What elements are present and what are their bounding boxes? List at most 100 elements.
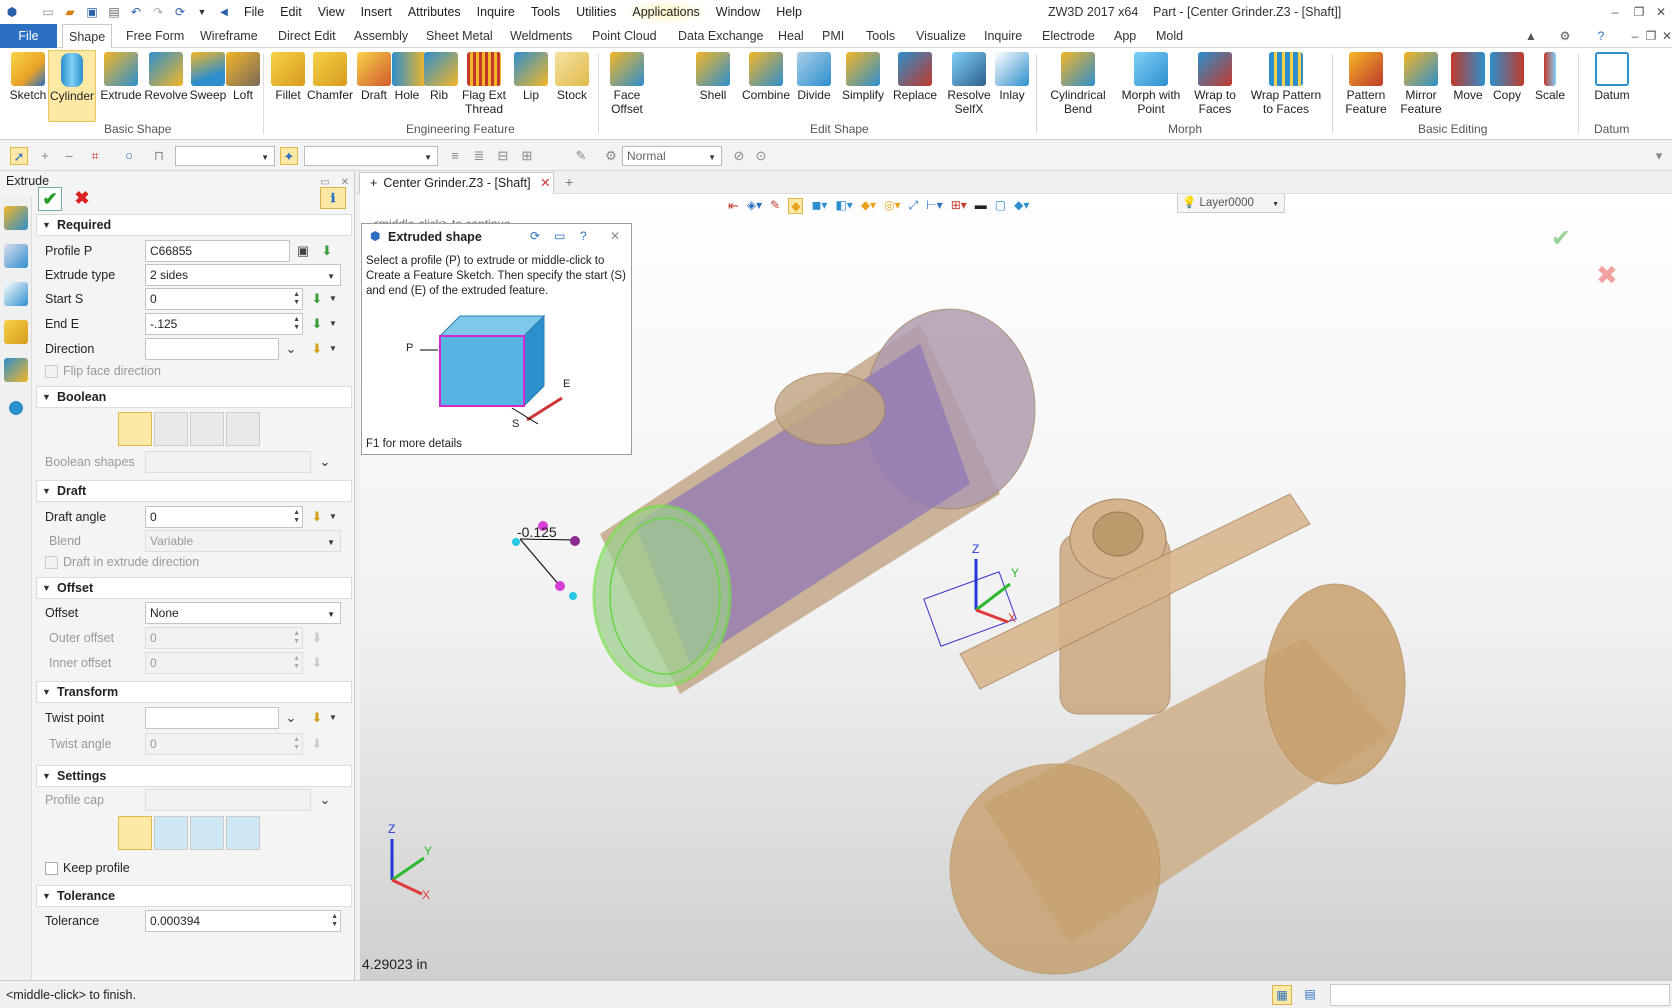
render-settings-icon[interactable]: ⚙ [602,147,620,165]
boolean-shapes-expand-icon[interactable]: ⌄ [316,453,334,471]
menu-utilities[interactable]: Utilities [568,0,624,24]
filter-icon[interactable]: ⌗ [86,147,104,165]
tab-point-cloud[interactable]: Point Cloud [586,24,663,48]
assembly-tree-icon[interactable] [4,282,28,306]
rib-button[interactable]: Rib [424,50,458,102]
tab-tools[interactable]: Tools [860,24,901,48]
section-offset[interactable]: Offset [36,577,352,599]
boolean-base-icon[interactable] [118,412,152,446]
help-icon[interactable]: ? [1590,26,1612,46]
start-input[interactable]: 0 ▲ ▼ [145,288,303,310]
fillet-button[interactable]: Fillet [270,50,306,102]
boolean-shapes-input[interactable] [145,451,311,473]
undo-icon[interactable]: ↶ [126,2,146,22]
inner-offset-pick-icon[interactable]: ⬇ [308,654,326,672]
menu-tools[interactable]: Tools [523,0,568,24]
copy-button[interactable]: Copy [1490,50,1524,102]
keep-profile-checkbox[interactable] [45,862,58,875]
tab-wireframe[interactable]: Wireframe [194,24,264,48]
twist-angle-input[interactable]: 0 ▲ ▼ [145,733,303,755]
revolve-button[interactable]: Revolve [144,50,188,102]
new-tab-icon[interactable]: + [565,174,573,190]
open-file-icon[interactable]: ▰ [60,2,80,22]
new-file-icon[interactable]: ▭ [38,2,58,22]
extrude-button[interactable]: Extrude [98,50,144,102]
add-icon[interactable]: + [36,147,54,165]
combine-button[interactable]: Combine [740,50,792,102]
draft-button[interactable]: Draft [356,50,392,102]
cap-both-icon[interactable] [118,816,152,850]
toolbar-icon[interactable]: ⊘ [730,147,748,165]
boolean-remove-icon[interactable] [190,412,224,446]
tolerance-input[interactable]: 0.000394 ▲ ▼ [145,910,341,932]
pin-icon[interactable]: ✎ [572,147,590,165]
menu-attributes[interactable]: Attributes [400,0,469,24]
settings-icon[interactable]: ⚙ [1554,26,1576,46]
profile-cap-input[interactable] [145,789,311,811]
restore-icon[interactable]: ❐ [1628,2,1650,22]
extrude-tool-icon[interactable] [4,206,28,230]
ok-button[interactable]: ✔ [38,187,62,211]
inner-offset-input[interactable]: 0 ▲ ▼ [145,652,303,674]
toolbar-icon[interactable]: ⊟ [494,147,512,165]
cylinder-button[interactable]: Cylinder [48,50,96,122]
boolean-intersect-icon[interactable] [226,412,260,446]
filter-combo[interactable]: ▼ [175,146,275,166]
face-offset-button[interactable]: Face Offset [604,50,650,116]
user-icon[interactable] [4,396,28,420]
resolve-selfx-button[interactable]: Resolve SelfX [944,50,994,116]
shell-button[interactable]: Shell [694,50,732,102]
tab-data-exchange[interactable]: Data Exchange [672,24,769,48]
dim-handle[interactable] [569,592,577,600]
part-icon[interactable] [4,320,28,344]
dim-handle[interactable] [555,581,565,591]
quick-access-dropdown-icon[interactable]: ▼ [192,2,212,22]
tab-visualize[interactable]: Visualize [910,24,972,48]
minimize-icon[interactable]: – [1604,2,1626,22]
draft-angle-dropdown-icon[interactable]: ▼ [324,508,342,526]
highlight-icon[interactable]: ✦ [280,147,298,165]
scale-button[interactable]: Scale [1532,50,1568,102]
tab-electrode[interactable]: Electrode [1036,24,1101,48]
select-pointer-icon[interactable]: ➚ [10,147,28,165]
menu-window[interactable]: Window [708,0,768,24]
extrude-type-select[interactable]: 2 sides ▼ [145,264,341,286]
sketch-button[interactable]: Sketch [8,50,48,102]
save-icon[interactable]: ▣ [82,2,102,22]
stock-button[interactable]: Stock [552,50,592,102]
dim-handle[interactable] [570,536,580,546]
direction-input[interactable] [145,338,279,360]
tab-heal[interactable]: Heal [772,24,810,48]
profile-cap-expand-icon[interactable]: ⌄ [316,791,334,809]
app-logo-icon[interactable]: ⬢ [2,2,22,22]
menu-help[interactable]: Help [768,0,810,24]
profile-pick-icon[interactable]: ⬇ [318,242,336,260]
profile-input[interactable]: C66855 [145,240,290,262]
status-input-field[interactable] [1330,984,1670,1006]
collapse-ribbon-icon[interactable]: ▲ [1520,26,1542,46]
tab-file[interactable]: File [0,24,57,48]
status-view-icon[interactable]: ▦ [1272,985,1292,1005]
cap-none-icon[interactable] [226,816,260,850]
divide-button[interactable]: Divide [794,50,834,102]
tab-pmi[interactable]: PMI [816,24,850,48]
tab-app[interactable]: App [1108,24,1142,48]
inlay-button[interactable]: Inlay [994,50,1030,102]
end-dropdown-icon[interactable]: ▼ [324,315,342,333]
selected-profile[interactable] [592,504,732,688]
move-button[interactable]: Move [1450,50,1486,102]
simplify-button[interactable]: Simplify [836,50,890,102]
section-transform[interactable]: Transform [36,681,352,703]
end-input[interactable]: -.125 ▲ ▼ [145,313,303,335]
back-icon[interactable]: ◀ [214,2,234,22]
menu-edit[interactable]: Edit [272,0,310,24]
flag-ext-thread-button[interactable]: Flag Ext Thread [458,50,510,116]
chamfer-button[interactable]: Chamfer [306,50,354,102]
entity-combo[interactable]: ▼ [304,146,438,166]
section-boolean[interactable]: Boolean [36,386,352,408]
tab-assembly[interactable]: Assembly [348,24,414,48]
circle-select-icon[interactable]: ○ [120,147,138,165]
redo-icon[interactable]: ↷ [148,2,168,22]
mirror-feature-button[interactable]: Mirror Feature [1394,50,1448,116]
lip-button[interactable]: Lip [514,50,548,102]
